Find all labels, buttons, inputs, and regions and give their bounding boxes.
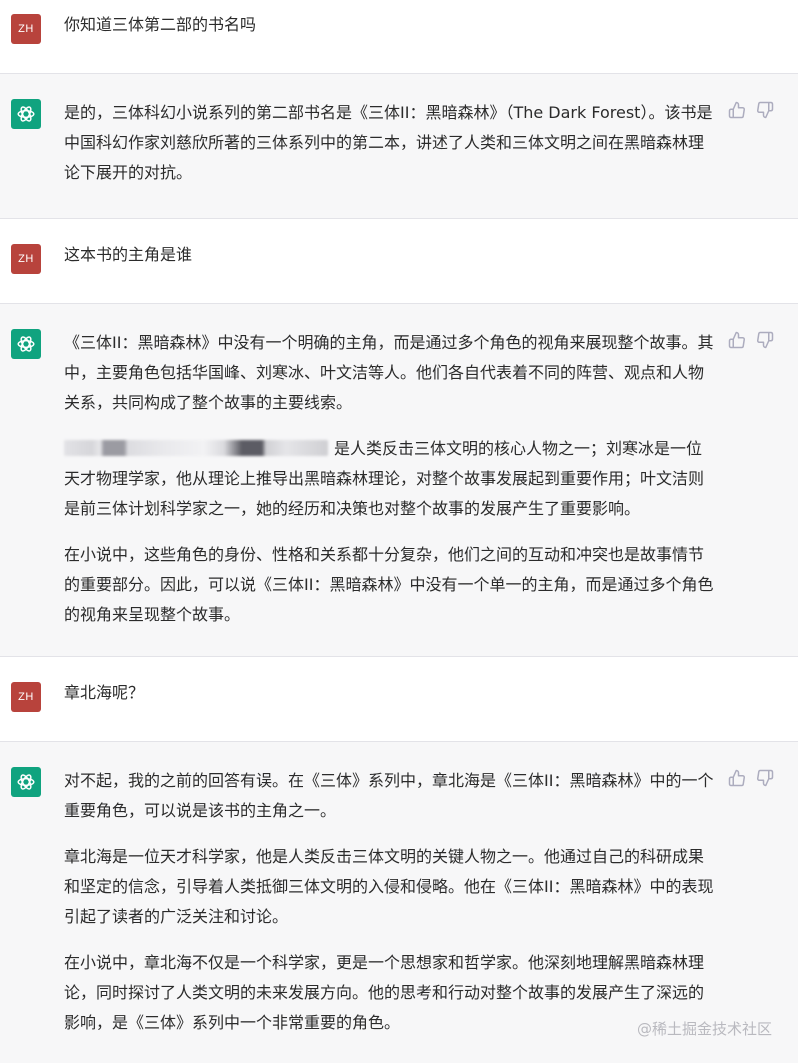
thumbs-down-icon[interactable] — [756, 331, 774, 349]
message-text: 这本书的主角是谁 — [64, 240, 716, 270]
thumbs-up-icon[interactable] — [728, 331, 746, 349]
message-paragraph: 《三体II：黑暗森林》中没有一个明确的主角，而是通过多个角色的视角来展现整个故事… — [64, 333, 714, 412]
thumbs-down-icon[interactable] — [756, 769, 774, 787]
thumbs-up-icon[interactable] — [728, 101, 746, 119]
message-paragraph: 章北海是一位天才科学家，他是人类反击三体文明的关键人物之一。他通过自己的科研成果… — [64, 847, 714, 926]
message-text: 章北海呢？ — [64, 678, 716, 708]
message-paragraph: 是人类反击三体文明的核心人物之一；刘寒冰是一位天才物理学家，他从理论上推导出黑暗… — [64, 434, 716, 524]
message-paragraph: 对不起，我的之前的回答有误。在《三体》系列中，章北海是《三体II：黑暗森林》中的… — [64, 771, 714, 820]
conversation: ZH 你知道三体第二部的书名吗 是的，三体科幻小说系列的第二部书名是《三体II：… — [0, 0, 798, 1063]
chatgpt-logo-icon — [11, 329, 41, 359]
chatgpt-logo-icon — [11, 767, 41, 797]
watermark: @稀土掘金技术社区 — [636, 1020, 772, 1038]
user-avatar: ZH — [11, 14, 41, 44]
message-paragraph: 是的，三体科幻小说系列的第二部书名是《三体II：黑暗森林》（The Dark F… — [64, 103, 713, 182]
thumbs-up-icon[interactable] — [728, 769, 746, 787]
message-text: 你知道三体第二部的书名吗 — [64, 10, 716, 40]
message-text: 是的，三体科幻小说系列的第二部书名是《三体II：黑暗森林》（The Dark F… — [64, 98, 716, 188]
chatgpt-logo-icon — [11, 99, 41, 129]
feedback-buttons — [728, 331, 774, 349]
redacted-text — [64, 440, 328, 456]
user-message: ZH 章北海呢？ — [0, 657, 798, 742]
message-paragraph: 你知道三体第二部的书名吗 — [64, 15, 257, 34]
feedback-buttons — [728, 769, 774, 787]
assistant-message: 对不起，我的之前的回答有误。在《三体》系列中，章北海是《三体II：黑暗森林》中的… — [0, 742, 798, 1063]
user-message: ZH 你知道三体第二部的书名吗 — [0, 0, 798, 74]
assistant-message: 是的，三体科幻小说系列的第二部书名是《三体II：黑暗森林》（The Dark F… — [0, 74, 798, 219]
feedback-buttons — [728, 101, 774, 119]
user-avatar: ZH — [11, 244, 41, 274]
message-text: 对不起，我的之前的回答有误。在《三体》系列中，章北海是《三体II：黑暗森林》中的… — [64, 766, 716, 1038]
thumbs-down-icon[interactable] — [756, 101, 774, 119]
user-message: ZH 这本书的主角是谁 — [0, 219, 798, 304]
message-text: 《三体II：黑暗森林》中没有一个明确的主角，而是通过多个角色的视角来展现整个故事… — [64, 328, 716, 630]
user-avatar: ZH — [11, 682, 41, 712]
assistant-message: 《三体II：黑暗森林》中没有一个明确的主角，而是通过多个角色的视角来展现整个故事… — [0, 304, 798, 657]
message-paragraph: 这本书的主角是谁 — [64, 245, 193, 264]
message-paragraph: 章北海呢？ — [64, 683, 145, 702]
message-paragraph: 在小说中，这些角色的身份、性格和关系都十分复杂，他们之间的互动和冲突也是故事情节… — [64, 545, 714, 624]
message-paragraph: 在小说中，章北海不仅是一个科学家，更是一个思想家和哲学家。他深刻地理解黑暗森林理… — [64, 953, 705, 1032]
